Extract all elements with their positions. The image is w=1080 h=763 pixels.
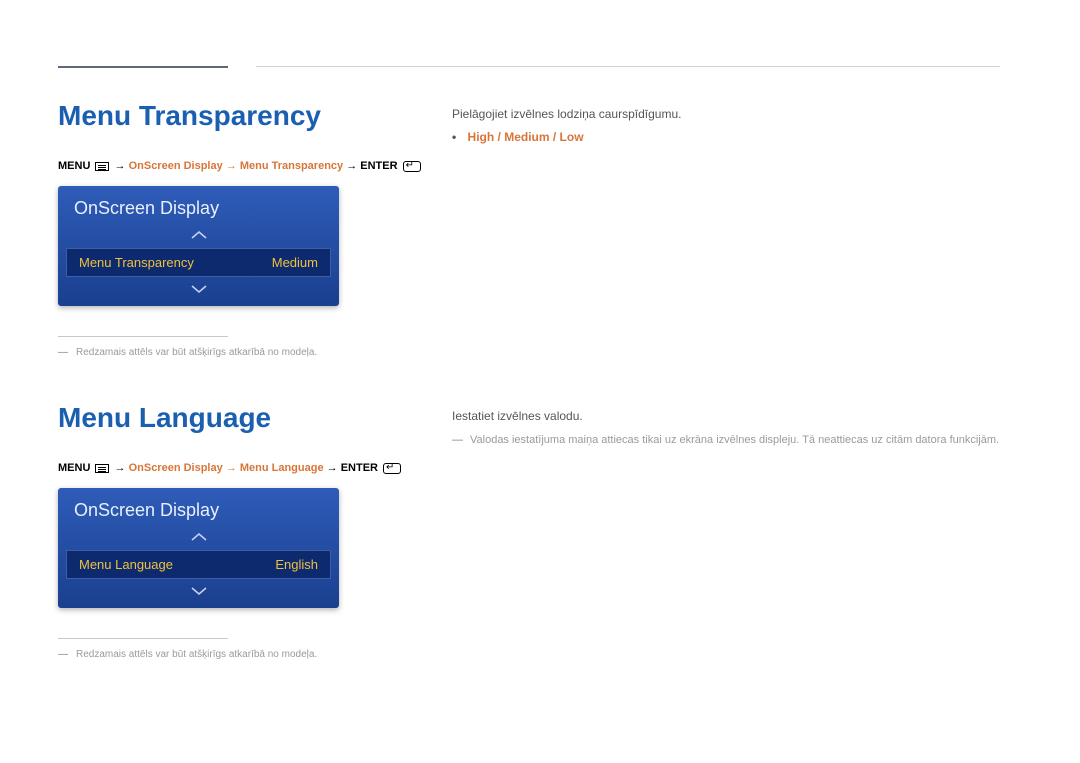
footnote-divider (58, 638, 228, 639)
section-menu-language: Menu Language MENU → OnScreen Display → … (58, 402, 401, 660)
breadcrumb-enter-label: ENTER (360, 160, 397, 172)
note-dash: ― (452, 432, 470, 450)
top-divider-short (58, 66, 228, 68)
breadcrumb-menu-label: MENU (58, 160, 90, 172)
osd-row-label: Menu Transparency (79, 255, 194, 270)
options-line-transparency: • High / Medium / Low (452, 130, 681, 144)
osd-row-transparency[interactable]: Menu Transparency Medium (66, 248, 331, 277)
chevron-down-icon[interactable] (58, 281, 339, 298)
desc-language: Iestatiet izvēlnes valodu. (452, 406, 999, 426)
arrow-2: → (346, 160, 357, 172)
footnote-divider (58, 336, 228, 337)
bullet-dot: • (452, 130, 456, 144)
right-column-language: Iestatiet izvēlnes valodu. ―Valodas iest… (452, 406, 999, 450)
section-menu-transparency: Menu Transparency MENU → OnScreen Displa… (58, 100, 421, 358)
top-divider-long (256, 66, 1000, 67)
transparency-options: High / Medium / Low (468, 130, 584, 144)
section-title-transparency: Menu Transparency (58, 100, 421, 132)
section-title-language: Menu Language (58, 402, 401, 434)
footnote-dash: ― (58, 649, 76, 660)
osd-panel-transparency: OnScreen Display Menu Transparency Mediu… (58, 186, 339, 306)
arrow-1: → (115, 160, 126, 172)
breadcrumb-path: OnScreen Display → Menu Language (129, 462, 324, 474)
osd-row-language[interactable]: Menu Language English (66, 550, 331, 579)
chevron-up-icon[interactable] (58, 529, 339, 546)
note-body: Valodas iestatījuma maiņa attiecas tikai… (470, 434, 999, 446)
menu-icon (95, 162, 109, 171)
enter-icon (383, 463, 401, 474)
chevron-up-icon[interactable] (58, 227, 339, 244)
osd-row-label: Menu Language (79, 557, 173, 572)
breadcrumb-enter-label: ENTER (341, 462, 378, 474)
footnote-language: ―Redzamais attēls var būt atšķirīgs atka… (58, 649, 401, 660)
breadcrumb-language: MENU → OnScreen Display → Menu Language … (58, 462, 401, 474)
osd-row-value: Medium (272, 255, 318, 270)
osd-panel-language: OnScreen Display Menu Language English (58, 488, 339, 608)
footnote-text: Redzamais attēls var būt atšķirīgs atkar… (76, 649, 317, 660)
chevron-down-icon[interactable] (58, 583, 339, 600)
breadcrumb-transparency: MENU → OnScreen Display → Menu Transpare… (58, 160, 421, 172)
menu-icon (95, 464, 109, 473)
footnote-dash: ― (58, 347, 76, 358)
enter-icon (403, 161, 421, 172)
osd-row-value: English (275, 557, 318, 572)
arrow-3: → (115, 462, 126, 474)
note-language: ―Valodas iestatījuma maiņa attiecas tika… (452, 432, 999, 450)
footnote-transparency: ―Redzamais attēls var būt atšķirīgs atka… (58, 347, 421, 358)
breadcrumb-path: OnScreen Display → Menu Transparency (129, 160, 344, 172)
arrow-4: → (327, 462, 338, 474)
right-column-transparency: Pielāgojiet izvēlnes lodziņa caurspīdīgu… (452, 104, 681, 144)
breadcrumb-menu-label: MENU (58, 462, 90, 474)
footnote-text: Redzamais attēls var būt atšķirīgs atkar… (76, 347, 317, 358)
desc-transparency: Pielāgojiet izvēlnes lodziņa caurspīdīgu… (452, 104, 681, 124)
osd-header: OnScreen Display (58, 488, 339, 529)
osd-header: OnScreen Display (58, 186, 339, 227)
